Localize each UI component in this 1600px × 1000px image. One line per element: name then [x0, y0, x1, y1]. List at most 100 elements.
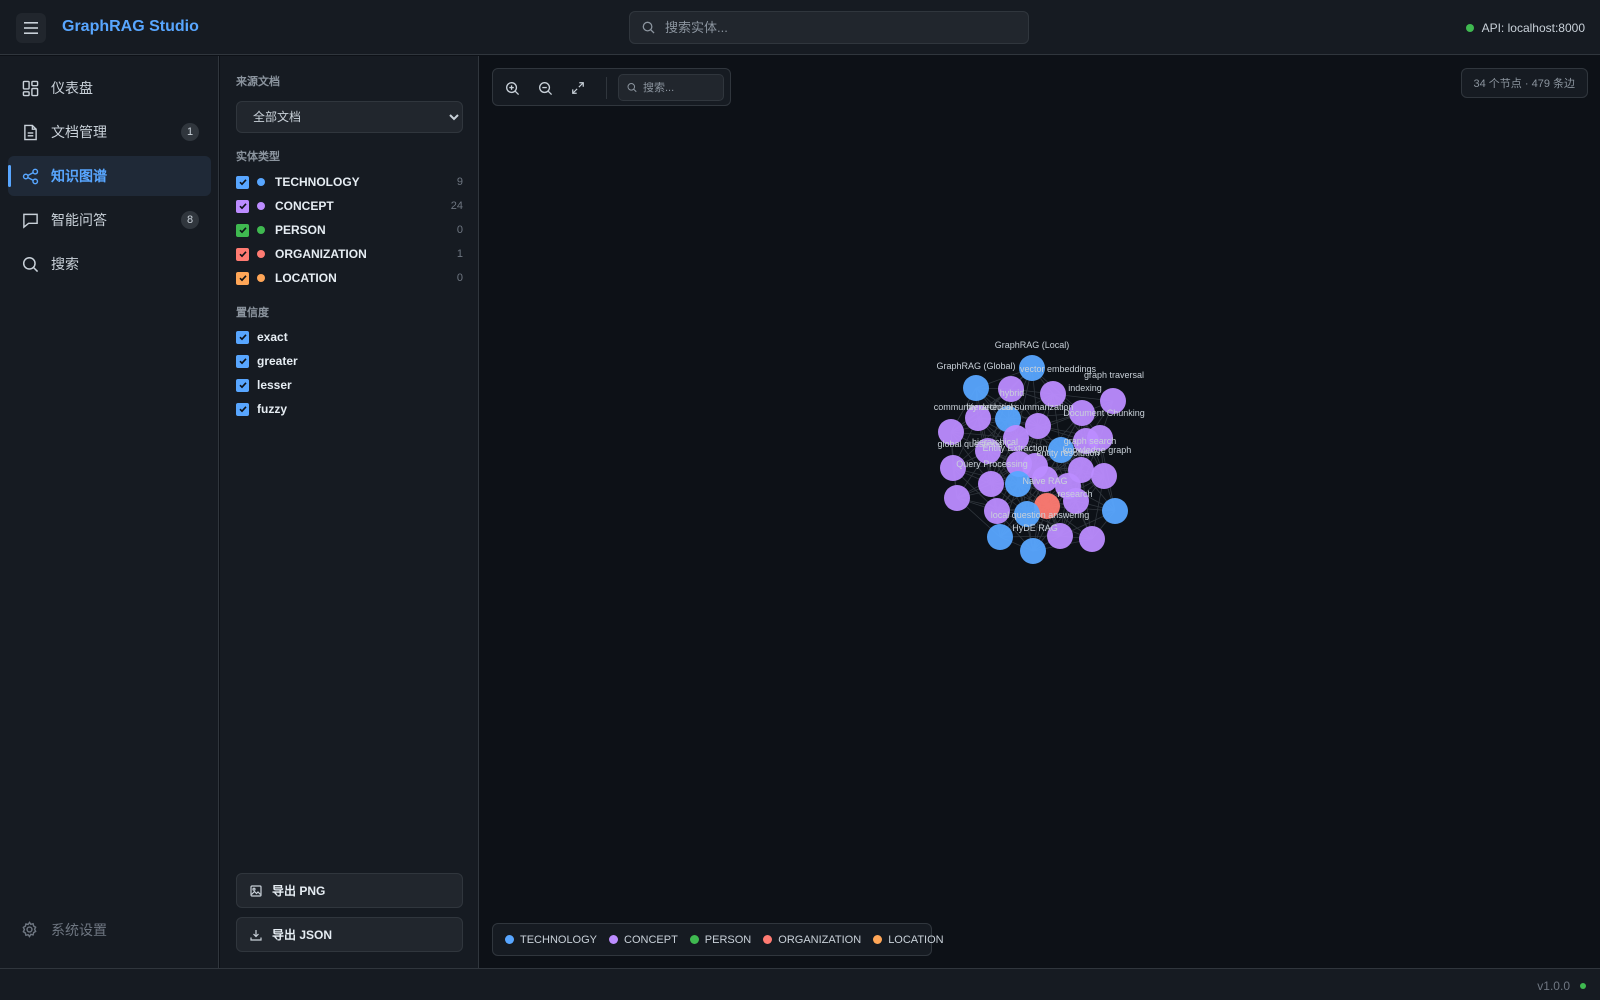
graph-node[interactable] — [963, 375, 989, 401]
zoom-out-icon — [538, 81, 552, 95]
checkbox-checked[interactable] — [236, 175, 249, 189]
graph-node[interactable] — [1020, 538, 1046, 564]
zoom-in-icon — [505, 81, 519, 95]
legend-label: PERSON — [704, 933, 752, 946]
sidebar-item-label: 智能问答 — [51, 212, 107, 228]
check-icon — [238, 334, 247, 341]
count-badge: 1 — [181, 123, 199, 141]
image-icon — [250, 884, 262, 897]
confidence-option-label: fuzzy — [257, 402, 287, 416]
checkbox-checked[interactable] — [236, 223, 249, 237]
hamburger-icon — [24, 22, 38, 34]
graph-canvas[interactable]: GraphRAG (Local) GraphRAG (Global) vector … — [480, 56, 1600, 968]
checkbox-checked[interactable] — [236, 247, 249, 261]
version-text: v1.0.0 — [1537, 979, 1570, 993]
entity-type-filter-technology[interactable]: TECHNOLOGY 9 — [236, 172, 463, 192]
legend-item-location: LOCATION — [873, 934, 944, 946]
sidebar-nav: 仪表盘 文档管理 1 知识图谱 智能问答 8 搜索 系统设置 — [0, 56, 219, 968]
entity-type-filter-location[interactable]: LOCATION 0 — [236, 268, 463, 288]
graph-node[interactable] — [978, 471, 1004, 497]
graph-search-input[interactable] — [643, 81, 723, 94]
graph-node-label: entity resolution — [1036, 448, 1099, 458]
entity-type-filter-concept[interactable]: CONCEPT 24 — [236, 196, 463, 216]
legend-item-concept: CONCEPT — [609, 934, 678, 946]
source-docs-label: 来源文档 — [236, 76, 280, 88]
color-dot-icon — [763, 935, 773, 944]
search-icon — [627, 83, 637, 93]
entity-type-filter-organization[interactable]: ORGANIZATION 1 — [236, 244, 463, 264]
check-icon — [238, 251, 247, 258]
dashboard-icon — [21, 79, 39, 97]
sidebar-item-knowledge-graph[interactable]: 知识图谱 — [8, 156, 211, 196]
zoom-in-button[interactable] — [502, 78, 522, 98]
graph-node[interactable] — [944, 485, 970, 511]
export-json-button[interactable]: 导出 JSON — [236, 917, 463, 952]
sidebar-item-dashboard[interactable]: 仪表盘 — [8, 68, 211, 108]
zoom-out-button[interactable] — [535, 78, 555, 98]
check-icon — [238, 179, 247, 186]
graph-node[interactable] — [1025, 413, 1051, 439]
global-search-box[interactable] — [629, 11, 1029, 44]
document-icon — [21, 123, 39, 141]
graph-node[interactable] — [1102, 498, 1128, 524]
export-json-label: 导出 JSON — [272, 928, 333, 942]
color-dot-icon — [257, 274, 265, 282]
global-search-input[interactable] — [665, 20, 1005, 35]
menu-toggle-button[interactable] — [16, 13, 46, 43]
checkbox-checked[interactable] — [236, 402, 249, 416]
checkbox-checked[interactable] — [236, 271, 249, 285]
check-icon — [238, 203, 247, 210]
entity-type-filter-person[interactable]: PERSON 0 — [236, 220, 463, 240]
confidence-filter-exact[interactable]: exact — [236, 327, 288, 347]
confidence-filter-lesser[interactable]: lesser — [236, 375, 292, 395]
export-png-label: 导出 PNG — [272, 884, 326, 898]
download-icon — [250, 929, 262, 941]
search-icon — [21, 255, 39, 273]
graph-legend: TECHNOLOGY CONCEPT PERSON ORGANIZATION L… — [492, 923, 944, 956]
app-title: GraphRAG Studio — [62, 18, 199, 35]
knowledge-graph-network[interactable]: GraphRAG (Local)GraphRAG (Global) vector … — [480, 56, 1600, 968]
entity-type-count: 9 — [456, 176, 463, 188]
checkbox-checked[interactable] — [236, 354, 249, 368]
color-dot-icon — [609, 935, 619, 944]
check-icon — [238, 358, 247, 365]
confidence-option-label: lesser — [257, 378, 292, 392]
entity-type-count: 0 — [456, 272, 463, 284]
color-dot-icon — [873, 935, 883, 944]
sidebar-item-documents[interactable]: 文档管理 1 — [8, 112, 211, 152]
search-icon — [642, 21, 655, 34]
graph-node-label: Query Processing — [956, 459, 1028, 469]
confidence-filter-greater[interactable]: greater — [236, 351, 298, 371]
entity-type-label: 实体类型 — [236, 151, 280, 163]
graph-node[interactable] — [1091, 463, 1117, 489]
check-icon — [238, 227, 247, 234]
fit-view-button[interactable] — [568, 78, 588, 98]
graph-search-box[interactable] — [618, 74, 724, 101]
sidebar-item-label: 文档管理 — [51, 124, 107, 140]
color-dot-icon — [505, 935, 514, 944]
checkbox-checked[interactable] — [236, 199, 249, 213]
status-bar: v1.0.0 — [0, 968, 1600, 1000]
sidebar-item-settings[interactable]: 系统设置 — [8, 910, 211, 950]
graph-node-label: graph traversal — [1084, 370, 1144, 380]
checkbox-checked[interactable] — [236, 378, 249, 392]
graph-node[interactable] — [1079, 526, 1105, 552]
entity-type-count: 0 — [456, 224, 463, 236]
confidence-option-label: exact — [257, 330, 288, 344]
gear-icon — [21, 921, 39, 939]
source-document-select[interactable]: 全部文档 — [236, 101, 463, 133]
graph-node-label: GraphRAG (Local) — [995, 340, 1070, 350]
api-status-text: API: localhost:8000 — [1481, 21, 1585, 35]
top-header: GraphRAG Studio API: localhost:8000 — [0, 0, 1600, 55]
expand-icon — [572, 82, 584, 94]
sidebar-item-search[interactable]: 搜索 — [8, 244, 211, 284]
sidebar-item-label: 搜索 — [51, 256, 79, 272]
legend-item-organization: ORGANIZATION — [763, 934, 861, 946]
checkbox-checked[interactable] — [236, 330, 249, 344]
confidence-filter-fuzzy[interactable]: fuzzy — [236, 399, 287, 419]
entity-type-name: CONCEPT — [275, 199, 334, 213]
export-png-button[interactable]: 导出 PNG — [236, 873, 463, 908]
sidebar-item-label: 仪表盘 — [51, 80, 93, 96]
graph-node[interactable] — [987, 524, 1013, 550]
sidebar-item-qa[interactable]: 智能问答 8 — [8, 200, 211, 240]
